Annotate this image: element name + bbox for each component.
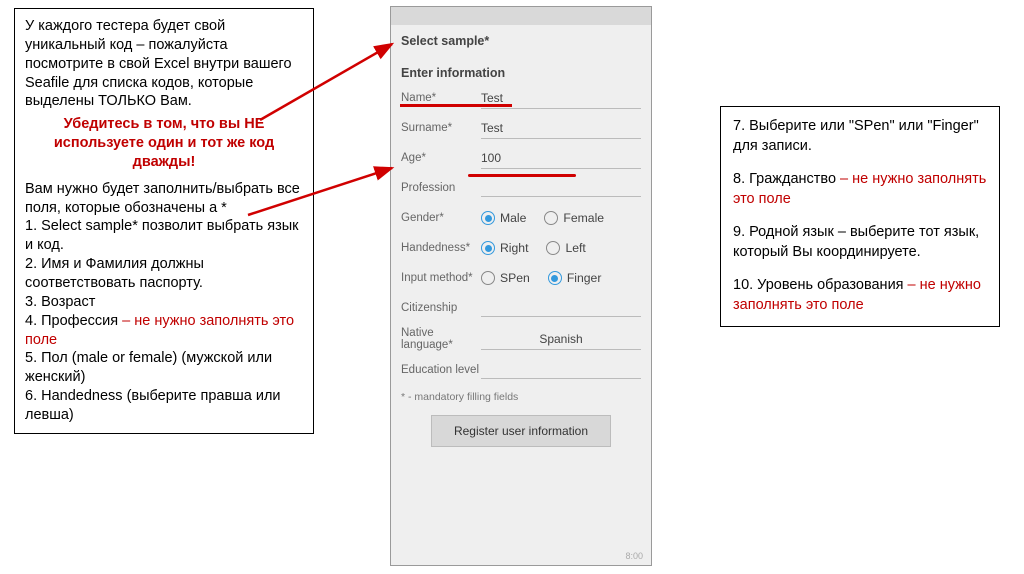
edu-input[interactable]: [481, 361, 641, 379]
age-label: Age*: [401, 152, 481, 164]
clock-label: 8:00: [625, 551, 643, 561]
edu-label: Education level: [401, 364, 481, 376]
input-finger-label: Finger: [567, 271, 602, 285]
gender-female-label: Female: [563, 211, 604, 225]
profession-label: Profession: [401, 182, 481, 194]
radio-selected-icon: [481, 211, 495, 225]
input-spen-radio[interactable]: SPen: [481, 271, 530, 285]
row-handedness: Handedness* Right Left: [391, 233, 651, 263]
radio-empty-icon: [544, 211, 558, 225]
annotation-underline-enter-info: [400, 104, 512, 107]
handed-right-radio[interactable]: Right: [481, 241, 528, 255]
handed-label: Handedness*: [401, 242, 481, 254]
row-input-method: Input method* SPen Finger: [391, 263, 651, 293]
right-item-10a: 10. Уровень образования: [733, 277, 904, 293]
left-item-5: 5. Пол (male or female) (мужской или жен…: [25, 349, 303, 387]
surname-label: Surname*: [401, 122, 481, 134]
select-sample-title[interactable]: Select sample*: [391, 25, 651, 51]
profession-input[interactable]: [481, 179, 641, 197]
row-native-language: Native language* Spanish: [391, 323, 651, 355]
row-name: Name* Test: [391, 83, 651, 113]
right-item-9: 9. Родной язык – выберите тот язык, кото…: [733, 223, 987, 262]
native-select[interactable]: Spanish: [481, 329, 641, 350]
age-input[interactable]: 100: [481, 148, 641, 169]
left-prelist: Вам нужно будет заполнить/выбрать все по…: [25, 180, 303, 218]
gender-male-label: Male: [500, 211, 526, 225]
left-item-1: 1. Select sample* позволит выбрать язык …: [25, 217, 303, 255]
radio-empty-icon: [481, 271, 495, 285]
row-citizenship: Citizenship: [391, 293, 651, 323]
row-gender: Gender* Male Female: [391, 203, 651, 233]
row-education: Education level: [391, 355, 651, 385]
left-item-4: 4. Профессия – не нужно заполнять это по…: [25, 312, 303, 350]
annotation-underline-surname: [468, 174, 576, 177]
left-item-2: 2. Имя и Фамилия должны соответствовать …: [25, 255, 303, 293]
right-item-10: 10. Уровень образования – не нужно запол…: [733, 276, 987, 315]
mandatory-footnote: * - mandatory filling fields: [391, 385, 651, 409]
handed-right-label: Right: [500, 241, 528, 255]
input-finger-radio[interactable]: Finger: [548, 271, 602, 285]
right-item-7: 7. Выберите или "SPen" или "Finger" для …: [733, 117, 987, 156]
right-item-8: 8. Гражданство – не нужно заполнять это …: [733, 170, 987, 209]
left-intro: У каждого тестера будет свой уникальный …: [25, 17, 303, 111]
citizenship-input[interactable]: [481, 299, 641, 317]
radio-selected-icon: [548, 271, 562, 285]
right-instructions-box: 7. Выберите или "SPen" или "Finger" для …: [720, 106, 1000, 327]
radio-selected-icon: [481, 241, 495, 255]
gender-female-radio[interactable]: Female: [544, 211, 604, 225]
row-profession: Profession: [391, 173, 651, 203]
native-label: Native language*: [401, 327, 481, 351]
left-instructions-box: У каждого тестера будет свой уникальный …: [14, 8, 314, 434]
phone-mockup: Select sample* Enter information Name* T…: [390, 6, 652, 566]
left-item-6: 6. Handedness (выберите правша или левша…: [25, 387, 303, 425]
status-bar: [391, 7, 651, 25]
citizenship-label: Citizenship: [401, 302, 481, 314]
handed-left-label: Left: [565, 241, 585, 255]
name-label: Name*: [401, 92, 481, 104]
input-method-label: Input method*: [401, 272, 481, 284]
gender-male-radio[interactable]: Male: [481, 211, 526, 225]
right-item-8a: 8. Гражданство: [733, 171, 836, 187]
left-item-4a: 4. Профессия: [25, 313, 118, 329]
input-spen-label: SPen: [500, 271, 530, 285]
radio-empty-icon: [546, 241, 560, 255]
gender-label: Gender*: [401, 212, 481, 224]
handed-left-radio[interactable]: Left: [546, 241, 585, 255]
left-item-3: 3. Возраст: [25, 293, 303, 312]
left-body: Вам нужно будет заполнить/выбрать все по…: [25, 180, 303, 425]
row-age: Age* 100: [391, 143, 651, 173]
enter-info-title: Enter information: [391, 57, 651, 83]
register-button[interactable]: Register user information: [431, 415, 611, 447]
row-surname: Surname* Test: [391, 113, 651, 143]
left-warning: Убедитесь в том, что вы НЕ используете о…: [25, 115, 303, 172]
surname-input[interactable]: Test: [481, 118, 641, 139]
